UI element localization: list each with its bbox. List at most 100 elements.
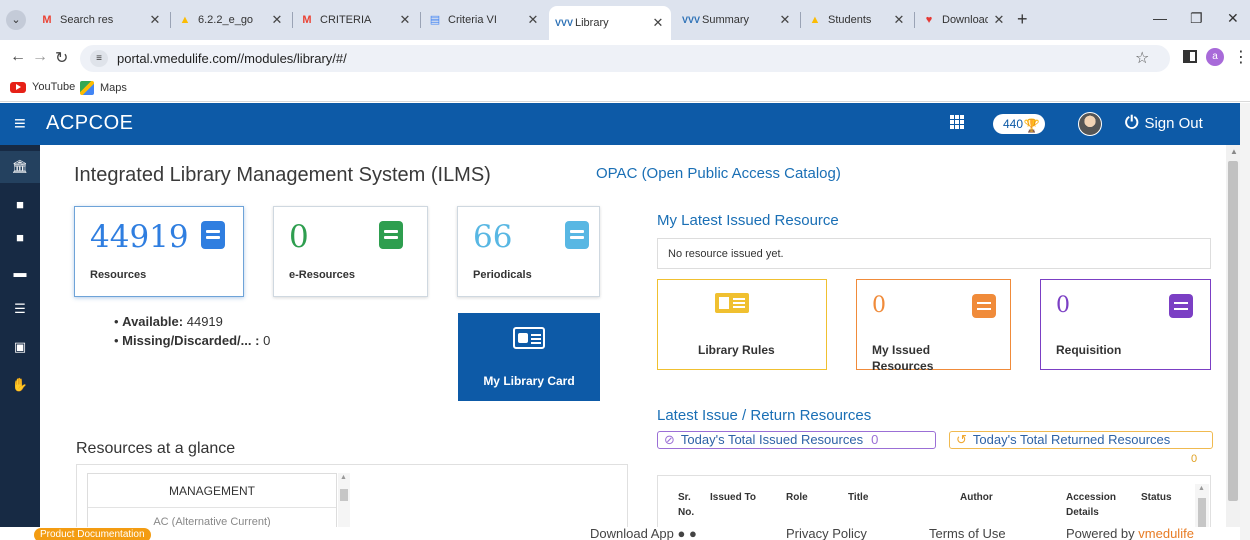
issue-table: Sr. No. Issued To Role Title Author Acce… xyxy=(657,475,1211,527)
browser-tab-download[interactable]: ♥ Download ✕ xyxy=(916,6,1012,34)
gmail-icon: M xyxy=(42,14,52,26)
restore-icon[interactable]: ❐ xyxy=(1190,10,1203,27)
list-item[interactable]: AC (Alternative Current) xyxy=(88,508,336,527)
returned-today-badge[interactable]: ↺ Today's Total Returned Resources xyxy=(949,431,1213,449)
page-scrollbar[interactable]: ▲ xyxy=(1226,145,1240,527)
scroll-thumb[interactable] xyxy=(1198,498,1206,527)
forward-icon[interactable]: → xyxy=(32,48,48,66)
browser-tab-criteria-vi[interactable]: ▤ Criteria VI ✕ xyxy=(422,6,546,34)
close-tab-icon[interactable]: ✕ xyxy=(148,12,162,28)
vmedulife-icon: VVV xyxy=(555,18,574,28)
points-badge[interactable]: 440 🏆 xyxy=(993,114,1046,134)
col-header-accession: Accession Details xyxy=(1066,492,1117,518)
book-icon xyxy=(565,221,589,249)
apple-icon[interactable]: ● xyxy=(689,526,697,540)
my-issued-resources-card[interactable]: 0 My Issued Resources xyxy=(856,279,1011,373)
vmedulife-brand[interactable]: vmedulife xyxy=(1138,526,1194,540)
sidebar-document-icon[interactable]: ■ xyxy=(10,195,30,215)
availability-list: • Available: 44919 • Missing/Discarded/.… xyxy=(114,314,270,352)
book-icon xyxy=(972,294,996,318)
sidebar-book-icon[interactable]: ▣ xyxy=(10,337,30,357)
brand-name: ACPCOE xyxy=(46,112,134,134)
opac-link[interactable]: OPAC (Open Public Access Catalog) xyxy=(596,165,841,182)
requisition-card[interactable]: 0 Requisition xyxy=(1040,279,1211,370)
table-scrollbar[interactable]: ▲ xyxy=(1195,484,1209,527)
download-app-link[interactable]: Download App ● ● xyxy=(590,526,697,540)
browser-tab-criteria[interactable]: M CRITERIA ✕ xyxy=(294,6,418,34)
close-tab-icon[interactable]: ✕ xyxy=(398,12,412,28)
product-documentation-button[interactable]: Product Documentation xyxy=(34,528,151,540)
close-tab-icon[interactable]: ✕ xyxy=(270,12,284,28)
sidebar-hand-icon[interactable]: ✋ xyxy=(10,375,30,395)
browser-tab-strip: ⌄ M Search res ✕ ▲ 6.2.2_e_go ✕ M CRITER… xyxy=(0,0,1250,40)
col-header-role: Role xyxy=(786,492,808,503)
scroll-up-icon[interactable]: ▲ xyxy=(340,474,347,481)
bookmark-maps[interactable]: Maps xyxy=(80,81,127,95)
resources-at-a-glance-title: Resources at a glance xyxy=(76,440,236,457)
browser-scrollbar-track xyxy=(1240,103,1250,540)
url-text[interactable]: portal.vmedulife.com//modules/library/#/ xyxy=(117,51,347,66)
site-info-icon[interactable]: ≡ xyxy=(90,50,108,67)
col-header-status: Status xyxy=(1141,492,1172,503)
user-avatar[interactable] xyxy=(1078,112,1102,136)
scroll-up-icon[interactable]: ▲ xyxy=(1230,147,1238,156)
app-header: ≡ ACPCOE 440 🏆 ⏻ Sign Out xyxy=(0,103,1240,145)
stat-card-resources[interactable]: 44919 Resources xyxy=(74,206,244,297)
close-tab-icon[interactable]: ✕ xyxy=(651,15,665,31)
list-item[interactable]: MANAGEMENT xyxy=(88,474,336,508)
apps-grid-icon[interactable] xyxy=(950,115,964,129)
book-icon xyxy=(379,221,403,249)
browser-tab-summary[interactable]: VVV Summary ✕ xyxy=(676,6,798,34)
vmedulife-icon: VVV xyxy=(682,15,701,25)
returned-count: 0 xyxy=(1191,453,1198,465)
browser-tab-search-results[interactable]: M Search res ✕ xyxy=(34,6,168,34)
glance-scrollbar[interactable]: ▲ xyxy=(338,473,350,527)
browser-tab-library[interactable]: VVV Library ✕ xyxy=(549,6,671,40)
close-window-icon[interactable]: ✕ xyxy=(1227,10,1239,27)
scroll-thumb[interactable] xyxy=(340,489,348,501)
browser-menu-icon[interactable]: ⋮ xyxy=(1233,47,1249,67)
sidebar-library-icon[interactable]: 🏛 xyxy=(0,151,40,183)
terms-of-use-link[interactable]: Terms of Use xyxy=(929,526,1006,540)
new-tab-icon[interactable]: + xyxy=(1017,9,1028,30)
page-title: Integrated Library Management System (IL… xyxy=(74,164,491,186)
browser-tab-students[interactable]: ▲ Students ✕ xyxy=(802,6,912,34)
privacy-policy-link[interactable]: Privacy Policy xyxy=(786,526,867,540)
hamburger-menu-icon[interactable]: ≡ xyxy=(14,113,26,136)
library-rules-card[interactable]: Library Rules xyxy=(657,279,827,370)
scroll-thumb[interactable] xyxy=(1228,161,1238,501)
close-tab-icon[interactable]: ✕ xyxy=(992,12,1006,28)
sidebar-list-icon[interactable]: ☰ xyxy=(10,299,30,319)
resources-glance-panel: MANAGEMENT AC (Alternative Current) ▲ xyxy=(76,464,628,527)
browser-tab-6-2-2[interactable]: ▲ 6.2.2_e_go ✕ xyxy=(172,6,290,34)
stat-card-e-resources[interactable]: 0 e-Resources xyxy=(273,206,428,297)
latest-issued-title: My Latest Issued Resource xyxy=(657,212,839,229)
docs-icon: ▤ xyxy=(429,14,441,26)
reload-icon[interactable]: ↻ xyxy=(55,48,68,68)
stat-card-periodicals[interactable]: 66 Periodicals xyxy=(457,206,600,297)
minimize-icon[interactable]: — xyxy=(1153,10,1167,26)
tab-search-icon[interactable]: ⌄ xyxy=(6,10,26,30)
close-tab-icon[interactable]: ✕ xyxy=(778,12,792,28)
trophy-icon: 🏆 xyxy=(1023,118,1041,133)
undo-icon: ↺ xyxy=(956,432,967,447)
bookmark-youtube[interactable]: YouTube xyxy=(10,81,75,93)
sidebar-file-icon[interactable]: ■ xyxy=(10,228,30,248)
scroll-up-icon[interactable]: ▲ xyxy=(1198,485,1205,492)
close-tab-icon[interactable]: ✕ xyxy=(526,12,540,28)
sidebar-card-icon[interactable]: ▬ xyxy=(10,263,30,283)
glance-list[interactable]: MANAGEMENT AC (Alternative Current) xyxy=(87,473,337,527)
bookmark-star-icon[interactable]: ☆ xyxy=(1135,48,1149,68)
address-bar: ← → ↻ ≡ portal.vmedulife.com//modules/li… xyxy=(0,40,1250,76)
issued-today-badge[interactable]: ⊘ Today's Total Issued Resources 0 xyxy=(657,431,936,449)
my-library-card-button[interactable]: My Library Card xyxy=(458,313,600,401)
back-icon[interactable]: ← xyxy=(10,48,26,66)
android-icon[interactable]: ● xyxy=(677,526,685,540)
book-icon xyxy=(201,221,225,249)
sign-out-button[interactable]: ⏻ Sign Out xyxy=(1125,113,1203,133)
profile-avatar[interactable]: a xyxy=(1206,48,1224,66)
side-panel-icon[interactable] xyxy=(1183,50,1197,63)
close-tab-icon[interactable]: ✕ xyxy=(892,12,906,28)
url-bar[interactable]: ≡ portal.vmedulife.com//modules/library/… xyxy=(80,45,1170,72)
left-sidebar: 🏛 ■ ■ ▬ ☰ ▣ ✋ xyxy=(0,145,40,540)
